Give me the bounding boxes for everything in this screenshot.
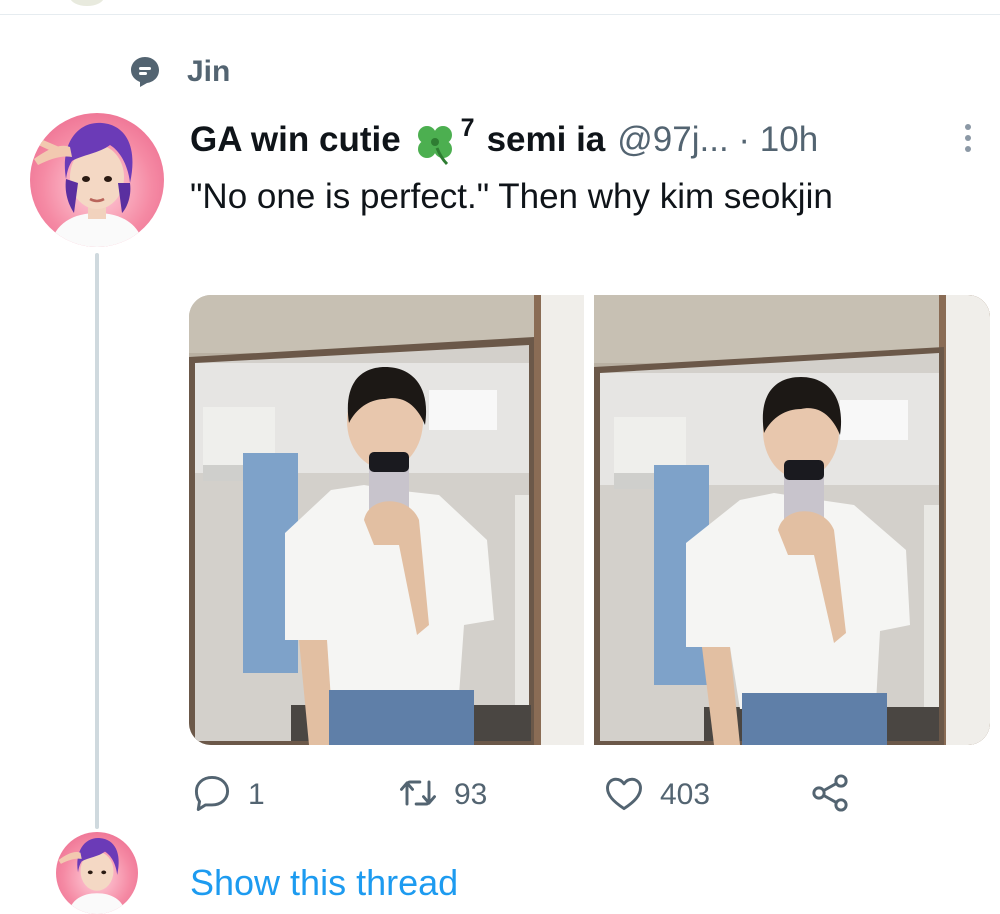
more-options-icon[interactable] xyxy=(955,118,981,158)
reply-button[interactable]: 1 xyxy=(190,770,265,820)
tweet-photo-2[interactable] xyxy=(594,295,990,745)
retweet-icon xyxy=(396,771,440,820)
heart-icon xyxy=(602,771,646,820)
like-count: 403 xyxy=(660,778,711,811)
reply-count: 1 xyxy=(248,778,265,811)
avatar[interactable] xyxy=(30,113,164,247)
social-context[interactable]: Jin xyxy=(128,52,230,92)
retweet-button[interactable]: 93 xyxy=(396,770,487,820)
thread-avatar[interactable] xyxy=(56,832,138,914)
reply-icon xyxy=(190,771,234,820)
tweet-actions: 1 93 403 xyxy=(190,770,890,820)
share-icon xyxy=(808,771,852,820)
show-thread-link[interactable]: Show this thread xyxy=(190,862,458,904)
topic-bubble-icon xyxy=(128,55,162,89)
thread-connector-line xyxy=(95,253,99,829)
display-name-rest[interactable]: semi ia xyxy=(487,120,606,160)
handle-and-timestamp[interactable]: @97j... · 10h xyxy=(617,120,818,160)
retweet-count: 93 xyxy=(454,778,488,811)
previous-item-avatar-edge xyxy=(70,0,104,6)
share-button[interactable] xyxy=(808,770,852,820)
like-button[interactable]: 403 xyxy=(602,770,710,820)
four-leaf-clover-icon xyxy=(413,122,457,166)
superscript-seven: 7 xyxy=(460,113,475,142)
tweet-photo-1[interactable] xyxy=(189,295,584,745)
tweet-header: GA win cutie 7 semi ia @97j... · 10h xyxy=(190,112,818,168)
display-name[interactable]: GA win cutie xyxy=(190,120,401,160)
social-context-label[interactable]: Jin xyxy=(187,57,230,87)
divider xyxy=(0,14,1000,15)
tweet-text: "No one is perfect." Then why kim seokji… xyxy=(190,177,833,216)
